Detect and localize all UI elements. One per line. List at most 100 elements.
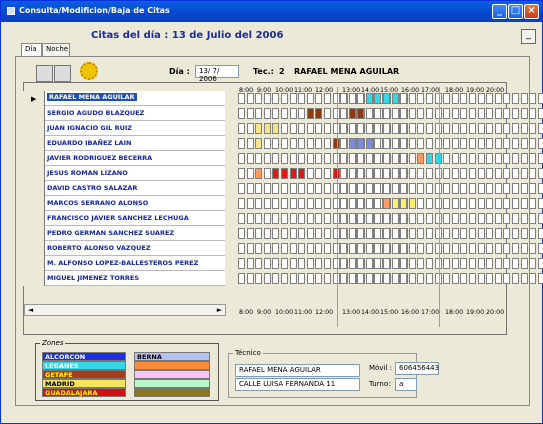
time-slot[interactable] <box>503 243 511 254</box>
time-slot[interactable] <box>529 183 537 194</box>
time-slot[interactable] <box>460 228 468 239</box>
time-slot[interactable] <box>520 213 528 224</box>
time-slot[interactable] <box>494 243 502 254</box>
time-slot[interactable] <box>469 198 476 209</box>
time-slot[interactable] <box>315 258 323 269</box>
time-slot[interactable] <box>272 168 280 179</box>
time-slot[interactable] <box>263 168 271 179</box>
time-slot[interactable] <box>391 168 399 179</box>
time-slot[interactable] <box>340 93 347 104</box>
time-slot[interactable] <box>408 183 416 194</box>
time-slot[interactable] <box>477 123 485 134</box>
time-slot[interactable] <box>340 258 347 269</box>
time-slot[interactable] <box>324 138 331 149</box>
time-slot[interactable] <box>374 198 382 209</box>
time-slot[interactable] <box>391 198 399 209</box>
time-slot[interactable] <box>357 213 365 224</box>
time-slot[interactable] <box>512 243 519 254</box>
time-slot[interactable] <box>408 243 416 254</box>
time-slot[interactable] <box>340 213 347 224</box>
time-slot[interactable] <box>298 198 306 209</box>
time-slot[interactable] <box>477 213 485 224</box>
time-slot[interactable] <box>255 108 263 119</box>
time-slot[interactable] <box>391 123 399 134</box>
time-slot[interactable] <box>324 168 331 179</box>
row-selector[interactable] <box>23 181 45 196</box>
time-slot[interactable] <box>443 168 451 179</box>
time-slot[interactable] <box>443 213 451 224</box>
time-slot[interactable] <box>348 228 356 239</box>
time-slot[interactable] <box>298 258 306 269</box>
time-slot[interactable] <box>255 273 263 284</box>
movil-field[interactable]: 606456443 <box>395 362 439 375</box>
time-slot[interactable] <box>460 213 468 224</box>
time-slot[interactable] <box>469 153 476 164</box>
time-slot[interactable] <box>374 108 382 119</box>
time-slot[interactable] <box>520 183 528 194</box>
time-slot[interactable] <box>255 228 263 239</box>
row-selector[interactable] <box>23 211 45 226</box>
time-slot[interactable] <box>503 198 511 209</box>
time-slot[interactable] <box>315 198 323 209</box>
time-slot[interactable] <box>451 138 459 149</box>
time-slot[interactable] <box>451 168 459 179</box>
time-slot[interactable] <box>477 93 485 104</box>
turno-field[interactable]: a <box>395 378 417 391</box>
time-slot[interactable] <box>238 153 245 164</box>
time-slot[interactable] <box>426 198 433 209</box>
time-slot[interactable] <box>357 123 365 134</box>
time-slot[interactable] <box>408 153 416 164</box>
time-slot[interactable] <box>426 273 433 284</box>
time-slot[interactable] <box>298 153 306 164</box>
row-selector[interactable]: ▶ <box>23 91 45 106</box>
time-slot[interactable] <box>426 213 433 224</box>
time-slot[interactable] <box>272 93 280 104</box>
time-slot[interactable] <box>512 168 519 179</box>
time-slot[interactable] <box>469 93 476 104</box>
time-slot[interactable] <box>400 183 408 194</box>
time-slot[interactable] <box>503 123 511 134</box>
time-slot[interactable] <box>537 168 543 179</box>
time-slot[interactable] <box>289 183 297 194</box>
time-slot[interactable] <box>494 108 502 119</box>
time-slot[interactable] <box>520 153 528 164</box>
time-slot[interactable] <box>348 273 356 284</box>
time-slot[interactable] <box>315 273 323 284</box>
time-slot[interactable] <box>494 153 502 164</box>
time-slot[interactable] <box>451 93 459 104</box>
time-slot[interactable] <box>357 138 365 149</box>
time-slot[interactable] <box>383 228 390 239</box>
time-slot[interactable] <box>477 273 485 284</box>
time-slot[interactable] <box>529 198 537 209</box>
time-slot[interactable] <box>443 153 451 164</box>
time-slot[interactable] <box>512 153 519 164</box>
time-slot[interactable] <box>520 198 528 209</box>
time-slot[interactable] <box>324 258 331 269</box>
time-slot[interactable] <box>503 153 511 164</box>
time-slot[interactable] <box>391 243 399 254</box>
time-slot[interactable] <box>426 153 433 164</box>
time-slot[interactable] <box>494 93 502 104</box>
time-slot[interactable] <box>512 123 519 134</box>
time-slot[interactable] <box>426 123 433 134</box>
time-slot[interactable] <box>512 138 519 149</box>
time-slot[interactable] <box>408 228 416 239</box>
time-slot[interactable] <box>400 108 408 119</box>
time-slot[interactable] <box>289 258 297 269</box>
time-slot[interactable] <box>374 258 382 269</box>
time-slot[interactable] <box>477 183 485 194</box>
time-slot[interactable] <box>537 153 543 164</box>
time-slot[interactable] <box>417 93 425 104</box>
technician-row[interactable]: MARCOS SERRANO ALONSO <box>23 196 225 211</box>
time-slot[interactable] <box>443 93 451 104</box>
time-slot[interactable] <box>537 258 543 269</box>
time-slot[interactable] <box>238 243 245 254</box>
time-slot[interactable] <box>469 243 476 254</box>
time-slot[interactable] <box>238 123 245 134</box>
time-slot[interactable] <box>520 243 528 254</box>
time-slot[interactable] <box>365 198 373 209</box>
time-slot[interactable] <box>443 258 451 269</box>
time-slot[interactable] <box>324 93 331 104</box>
time-slot[interactable] <box>340 153 347 164</box>
time-slot[interactable] <box>400 138 408 149</box>
